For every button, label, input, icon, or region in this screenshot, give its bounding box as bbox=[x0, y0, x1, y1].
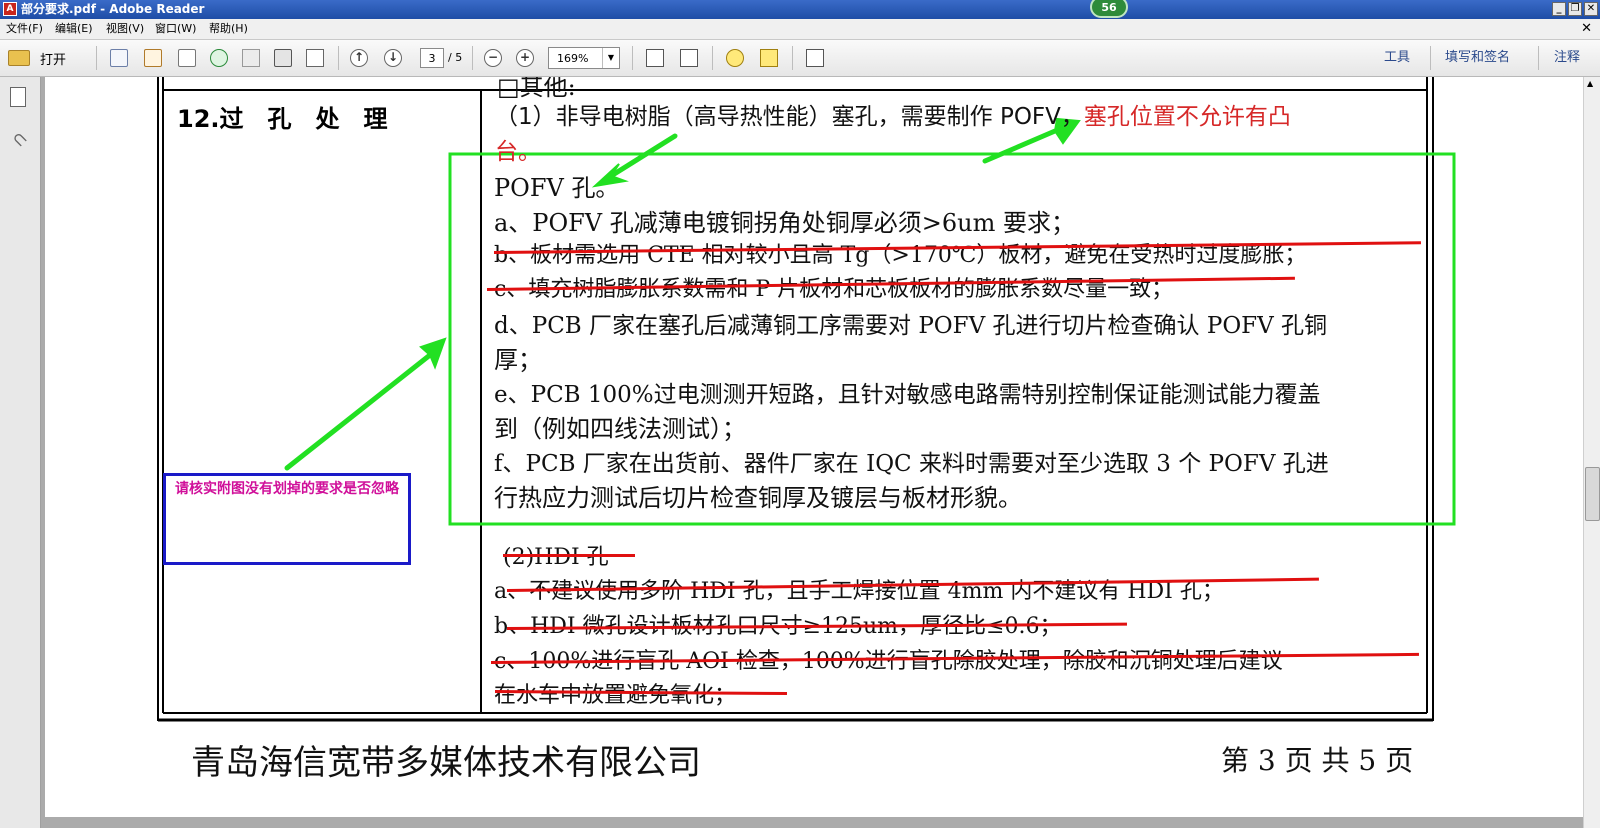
create-pdf-icon[interactable] bbox=[110, 49, 128, 67]
req-d-cont: 厚； bbox=[494, 346, 542, 374]
fit-page-icon[interactable] bbox=[680, 49, 698, 67]
item1-red-continued: 台。 bbox=[495, 139, 541, 165]
req-f: f、PCB 厂家在出货前、器件厂家在 IQC 来料时需要对至少选取 3 个 PO… bbox=[494, 451, 1329, 477]
pdf-icon: A bbox=[3, 2, 17, 16]
upload-cloud-icon[interactable] bbox=[210, 49, 228, 67]
menu-view[interactable]: 视图(V) bbox=[106, 19, 144, 39]
notification-badge[interactable]: 56 bbox=[1090, 0, 1128, 18]
section-header: 12.过 孔 处 理 bbox=[177, 105, 388, 133]
full-screen-icon[interactable] bbox=[806, 49, 824, 67]
scroll-up-icon[interactable]: ▲ bbox=[1587, 79, 1593, 88]
annotation-note[interactable]: 请核实附图没有划掉的要求是否忽略 bbox=[163, 473, 411, 565]
restore-button[interactable]: ❐ bbox=[1568, 2, 1582, 16]
highlight-icon[interactable] bbox=[760, 49, 778, 67]
menu-file[interactable]: 文件(F) bbox=[6, 19, 43, 39]
next-page-icon[interactable]: ↓ bbox=[384, 49, 402, 67]
vertical-scrollbar[interactable]: ▲ bbox=[1583, 77, 1600, 828]
footer-company: 青岛海信宽带多媒体技术有限公司 bbox=[191, 743, 701, 783]
folder-icon bbox=[8, 50, 30, 66]
email-icon[interactable] bbox=[306, 49, 324, 67]
menu-help[interactable]: 帮助(H) bbox=[209, 19, 248, 39]
fit-width-icon[interactable] bbox=[646, 49, 664, 67]
minimize-button[interactable]: _ bbox=[1552, 2, 1566, 16]
item1-red-text: 塞孔位置不允许有凸 bbox=[1083, 104, 1291, 130]
toolbar: 打开 ↑ ↓ 3 / 5 − + 169% ▼ 工具 填写和签名 注释 bbox=[0, 40, 1600, 77]
title-bar: A 部分要求.pdf - Adobe Reader 56 _ ❐ ✕ bbox=[0, 0, 1600, 19]
open-button[interactable]: 打开 bbox=[8, 46, 66, 70]
print-icon[interactable] bbox=[274, 49, 292, 67]
close-button[interactable]: ✕ bbox=[1584, 2, 1598, 16]
previous-page-icon[interactable]: ↑ bbox=[350, 49, 368, 67]
req-d: d、PCB 厂家在塞孔后减薄铜工序需要对 POFV 孔进行切片检查确认 POFV… bbox=[494, 313, 1328, 339]
close-document-icon[interactable]: ✕ bbox=[1581, 19, 1592, 39]
item1-text: （1）非导电树脂（高导热性能）塞孔，需要制作 POFV， bbox=[495, 104, 1084, 130]
strike-line[interactable] bbox=[503, 554, 635, 557]
open-label: 打开 bbox=[40, 52, 67, 68]
document-page: □其他: 12.过 孔 处 理 （1）非导电树脂（高导热性能）塞孔，需要制作 P… bbox=[45, 77, 1584, 817]
item1-line: （1）非导电树脂（高导热性能）塞孔，需要制作 POFV，塞孔位置不允许有凸 bbox=[495, 97, 1291, 131]
zoom-value: 169% bbox=[557, 52, 589, 65]
req-e: e、PCB 100%过电测测开短路，且针对敏感电路需特别控制保证能测试能力覆盖 bbox=[494, 382, 1321, 408]
req-b-struck: b、板材需选用 CTE 相对较小且高 Tg（>170℃）板材，避免在受热时过度膨… bbox=[494, 243, 1307, 268]
menu-window[interactable]: 窗口(W) bbox=[155, 19, 196, 39]
navigation-panel: ⊂ bbox=[0, 77, 41, 828]
comment-icon[interactable] bbox=[726, 49, 744, 67]
zoom-select[interactable]: 169% ▼ bbox=[548, 47, 620, 69]
fill-sign-link[interactable]: 填写和签名 bbox=[1445, 48, 1510, 68]
page-thumbnails-icon[interactable] bbox=[10, 87, 26, 107]
window-title: 部分要求.pdf - Adobe Reader bbox=[21, 2, 205, 16]
attachments-icon[interactable]: ⊂ bbox=[7, 127, 33, 153]
tools-link[interactable]: 工具 bbox=[1384, 48, 1410, 68]
save-icon[interactable] bbox=[242, 49, 260, 67]
footer-page: 第 3 页 共 5 页 bbox=[1221, 744, 1414, 777]
req-f-cont: 行热应力测试后切片检查铜厚及镀层与板材形貌。 bbox=[494, 484, 1022, 512]
comment-link[interactable]: 注释 bbox=[1554, 48, 1580, 68]
zoom-in-icon[interactable]: + bbox=[516, 49, 534, 67]
combine-files-icon[interactable] bbox=[144, 49, 162, 67]
menu-edit[interactable]: 编辑(E) bbox=[55, 19, 93, 39]
edit-document-icon[interactable] bbox=[178, 49, 196, 67]
chevron-down-icon[interactable]: ▼ bbox=[602, 48, 619, 68]
zoom-out-icon[interactable]: − bbox=[484, 49, 502, 67]
page-number-input[interactable]: 3 bbox=[420, 48, 444, 68]
pofv-line: POFV 孔。 bbox=[494, 174, 620, 202]
scrollbar-thumb[interactable] bbox=[1585, 467, 1600, 521]
req-a: a、POFV 孔减薄电镀铜拐角处铜厚必须>6um 要求； bbox=[494, 209, 1075, 237]
req-e-cont: 到（例如四线法测试）； bbox=[494, 415, 746, 443]
menu-bar: 文件(F) 编辑(E) 视图(V) 窗口(W) 帮助(H) ✕ bbox=[0, 19, 1600, 40]
page-total: / 5 bbox=[448, 51, 463, 64]
